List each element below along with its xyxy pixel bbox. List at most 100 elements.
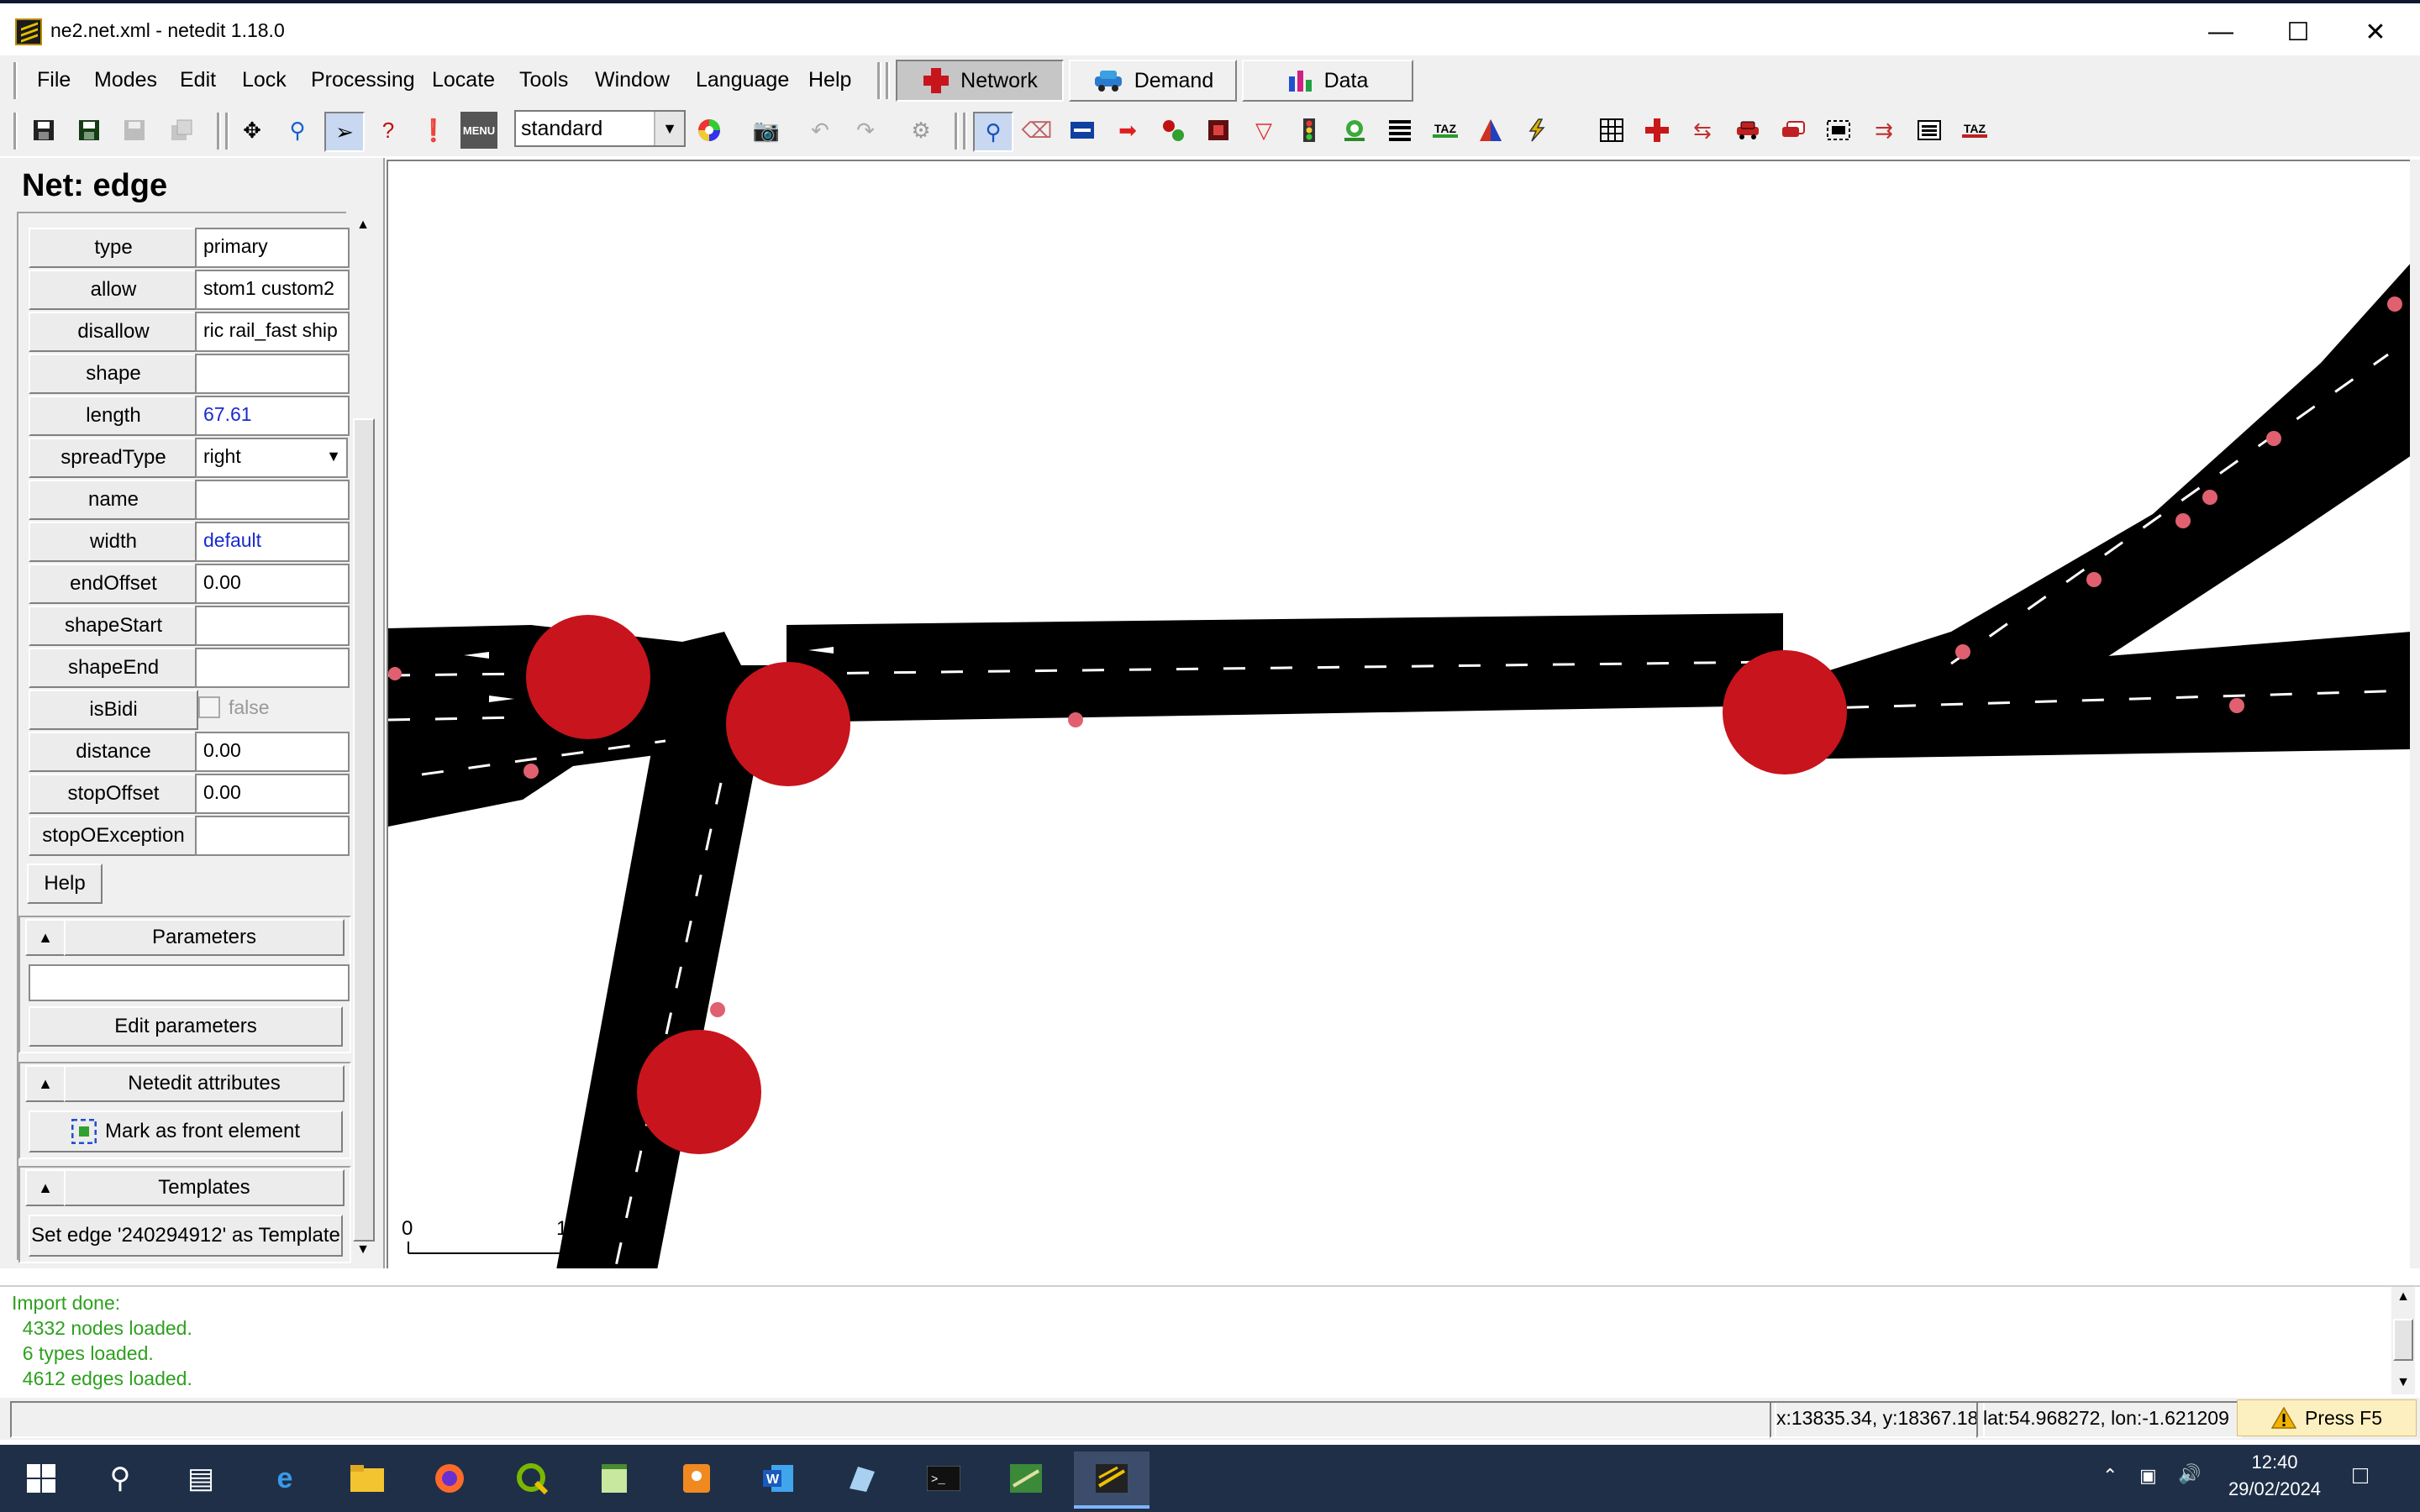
compute-network-icon[interactable]: ⚙ — [902, 112, 939, 149]
show-hidden-icons-icon[interactable]: ⌃ — [2102, 1465, 2118, 1487]
attr-shapeend-field[interactable] — [195, 648, 350, 688]
task-view-icon[interactable]: ▤ — [163, 1452, 239, 1505]
clock-date[interactable]: 29/02/2024 — [2218, 1478, 2331, 1500]
grid-icon[interactable] — [1593, 112, 1630, 149]
shape-mode-icon[interactable] — [1472, 112, 1509, 149]
inspect-pointer-icon[interactable]: ➢ — [324, 112, 365, 152]
spread-lanes-icon[interactable]: ⇆ — [1684, 112, 1721, 149]
spreadtype-select[interactable]: right ▼ — [195, 438, 348, 478]
save-network-icon[interactable] — [25, 112, 62, 149]
volume-icon[interactable]: 🔊 — [2178, 1463, 2201, 1485]
windows-start-icon[interactable] — [3, 1452, 79, 1505]
search-icon[interactable]: ⚲ — [82, 1452, 158, 1505]
maximize-icon[interactable]: ☐ — [2260, 10, 2336, 54]
network-status-icon[interactable]: ▣ — [2139, 1465, 2157, 1487]
collapse-parameters-icon[interactable]: ▲ — [25, 919, 66, 956]
menu-modes[interactable]: Modes — [94, 67, 157, 92]
supermode-grip[interactable] — [877, 62, 881, 99]
menubar-grip[interactable] — [13, 62, 18, 99]
recompute-hint[interactable]: Press F5 — [2237, 1399, 2417, 1436]
attr-disallow-field[interactable]: ric rail_fast ship — [195, 312, 350, 352]
data-supermode-button[interactable]: Data — [1242, 60, 1413, 102]
screenshot-camera-icon[interactable]: 📷 — [748, 112, 785, 149]
select-mode-icon[interactable] — [1064, 112, 1101, 149]
close-icon[interactable]: ✕ — [2338, 10, 2413, 54]
traffic-light-icon[interactable] — [1291, 112, 1328, 149]
attr-stopoexception-field[interactable] — [195, 816, 350, 856]
menu-edit[interactable]: Edit — [180, 67, 216, 92]
select-frame-icon[interactable] — [1820, 112, 1857, 149]
collapse-netedit-attributes-icon[interactable]: ▲ — [25, 1065, 66, 1102]
attr-allow-field[interactable]: stom1 custom2 — [195, 270, 350, 310]
parameters-header[interactable]: Parameters — [64, 919, 345, 956]
locate-help-icon[interactable]: ? — [370, 112, 407, 149]
chevron-down-icon[interactable]: ▼ — [321, 439, 346, 473]
templates-header[interactable]: Templates — [64, 1169, 345, 1206]
firefox-icon[interactable] — [412, 1452, 487, 1505]
qgis-icon[interactable] — [494, 1452, 570, 1505]
taz-mode-icon[interactable]: TAZ — [1427, 112, 1464, 149]
crossing-mode-icon[interactable] — [1381, 112, 1418, 149]
show-demand-icon[interactable] — [1775, 112, 1812, 149]
notes-app-icon[interactable] — [823, 1452, 899, 1505]
netedit-attributes-header[interactable]: Netedit attributes — [64, 1065, 345, 1102]
menu-locate[interactable]: Locate — [432, 67, 495, 92]
menu-window[interactable]: Window — [595, 67, 670, 92]
notes-icon[interactable]: ❗ — [415, 112, 452, 149]
save-all-icon[interactable] — [71, 112, 108, 149]
menu-options-icon[interactable]: MENU — [460, 112, 497, 149]
attr-shapestart-field[interactable] — [195, 606, 350, 646]
show-vehicles-icon[interactable] — [1729, 112, 1766, 149]
attr-endoffset-field[interactable]: 0.00 — [195, 564, 350, 604]
pdf-app-icon[interactable] — [659, 1452, 734, 1505]
menu-language[interactable]: Language — [696, 67, 789, 92]
show-list-icon[interactable] — [1911, 112, 1948, 149]
attr-allow-button[interactable]: allow — [29, 270, 198, 310]
network-supermode-button[interactable]: Network — [896, 60, 1064, 102]
junction-shapes-icon[interactable] — [1639, 112, 1676, 149]
inspect-mode-icon[interactable]: ⚲ — [973, 112, 1013, 152]
clock-time[interactable]: 12:40 — [2228, 1452, 2321, 1473]
sidebar-scrollbar[interactable]: ▲ ▼ — [351, 212, 376, 1262]
wire-mode-icon[interactable] — [1518, 112, 1555, 149]
network-canvas[interactable]: 0 1 — [387, 160, 2410, 1268]
junction-central[interactable] — [726, 662, 850, 786]
isbidi-checkbox[interactable] — [198, 696, 220, 718]
sumo-gui-icon[interactable] — [988, 1452, 1064, 1505]
collapse-templates-icon[interactable]: ▲ — [25, 1169, 66, 1206]
word-icon[interactable]: W — [741, 1452, 817, 1505]
title-bar[interactable]: ne2.net.xml - netedit 1.18.0 — ☐ ✕ — [0, 3, 2420, 55]
menu-processing[interactable]: Processing — [311, 67, 415, 92]
help-button[interactable]: Help — [27, 864, 103, 904]
zoom-icon[interactable]: ⚲ — [279, 112, 316, 149]
message-scroll-thumb[interactable] — [2393, 1319, 2413, 1361]
junction-west[interactable] — [526, 615, 650, 739]
minimize-icon[interactable]: — — [2183, 10, 2259, 54]
file-explorer-icon[interactable] — [329, 1452, 405, 1505]
attr-shape-field[interactable] — [195, 354, 350, 394]
scroll-down-icon[interactable]: ▼ — [351, 1238, 375, 1262]
undo-icon[interactable]: ↶ — [802, 112, 839, 149]
color-wheel-icon[interactable] — [691, 112, 728, 149]
visualization-scheme-select[interactable]: standard ▼ — [514, 110, 686, 147]
edit-parameters-button[interactable]: Edit parameters — [29, 1006, 343, 1047]
edge-browser-icon[interactable]: e — [247, 1452, 323, 1505]
attr-stopoexception-button[interactable]: stopOException — [29, 816, 198, 856]
attr-distance-field[interactable]: 0.00 — [195, 732, 350, 772]
menu-help[interactable]: Help — [808, 67, 851, 92]
redo-icon[interactable]: ↷ — [847, 112, 884, 149]
attr-stopoffset-field[interactable]: 0.00 — [195, 774, 350, 814]
move-mode-arrow-icon[interactable]: ➡ — [1109, 112, 1146, 149]
mark-front-element-button[interactable]: Mark as front element — [29, 1110, 343, 1152]
create-edge-icon[interactable] — [1155, 112, 1192, 149]
scroll-up-icon[interactable]: ▲ — [351, 213, 375, 237]
scroll-down-icon[interactable]: ▼ — [2391, 1373, 2415, 1393]
toolbar-grip[interactable] — [13, 113, 18, 150]
chevron-down-icon[interactable]: ▼ — [654, 112, 684, 145]
additional-mode-icon[interactable] — [1336, 112, 1373, 149]
menu-file[interactable]: File — [37, 67, 71, 92]
attr-disallow-button[interactable]: disallow — [29, 312, 198, 352]
attr-type-button[interactable]: type — [29, 228, 198, 268]
attr-type-field[interactable]: primary — [195, 228, 350, 268]
merge-junctions-icon[interactable]: ⇉ — [1865, 112, 1902, 149]
